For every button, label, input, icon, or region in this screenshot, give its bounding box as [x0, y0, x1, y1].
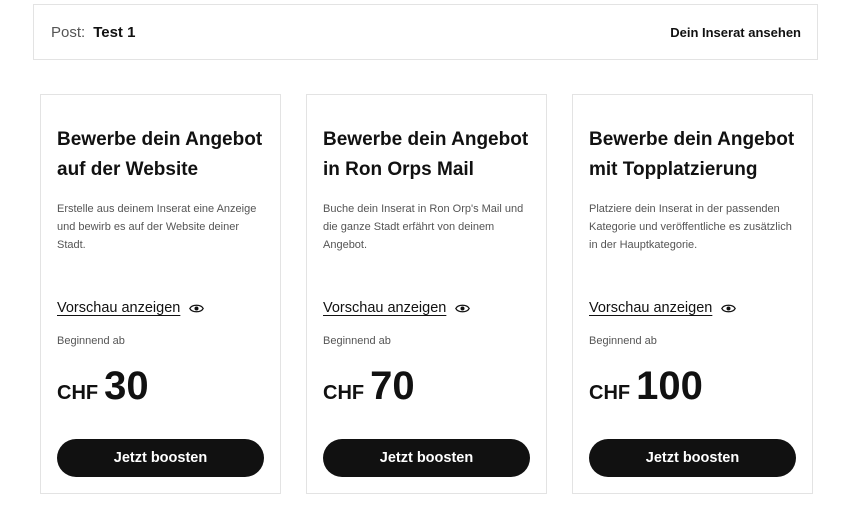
card-description: Buche dein Inserat in Ron Orp's Mail und… [323, 203, 524, 251]
price-amount: 30 [104, 364, 149, 408]
starting-at-label: Beginnend ab [589, 335, 657, 347]
card-title: Bewerbe dein Angebot mit Topplatzierung [589, 125, 804, 185]
boost-card-website: Bewerbe dein Angebot auf der Website Ers… [40, 94, 281, 494]
price-amount: 70 [370, 364, 415, 408]
boost-card-top-placement: Bewerbe dein Angebot mit Topplatzierung … [572, 94, 813, 494]
eye-icon [455, 304, 471, 312]
price-currency: CHF [323, 382, 365, 404]
preview-link[interactable]: Vorschau anzeigen [589, 300, 737, 316]
post-title: Test 1 [93, 23, 136, 41]
card-title-line1: Bewerbe dein Angebot [589, 129, 795, 150]
price-amount: 100 [636, 364, 703, 408]
card-title: Bewerbe dein Angebot in Ron Orps Mail [323, 125, 538, 185]
starting-at-label: Beginnend ab [57, 335, 125, 347]
card-description: Erstelle aus deinem Inserat eine Anzeige… [57, 203, 257, 251]
card-description: Platziere dein Inserat in der passenden … [589, 203, 792, 251]
view-listing-link[interactable]: Dein Inserat ansehen [670, 25, 801, 40]
card-title-line1: Bewerbe dein Angebot [323, 129, 529, 150]
post-info: Post: Test 1 [51, 24, 135, 41]
price: CHF 70 [323, 363, 415, 409]
post-header: Post: Test 1 Dein Inserat ansehen [33, 4, 818, 60]
post-label: Post: [51, 23, 86, 41]
boost-button[interactable]: Jetzt boosten [57, 439, 264, 477]
price-currency: CHF [589, 382, 631, 404]
preview-link-label[interactable]: Vorschau anzeigen [589, 300, 712, 316]
preview-link-label[interactable]: Vorschau anzeigen [57, 300, 180, 316]
card-title-line2: mit Topplatzierung [589, 159, 758, 180]
boost-card-mail: Bewerbe dein Angebot in Ron Orps Mail Bu… [306, 94, 547, 494]
card-title-line1: Bewerbe dein Angebot [57, 129, 263, 150]
preview-link[interactable]: Vorschau anzeigen [57, 300, 205, 316]
card-title-line2: auf der Website [57, 159, 199, 180]
boost-button[interactable]: Jetzt boosten [589, 439, 796, 477]
card-title: Bewerbe dein Angebot auf der Website [57, 125, 272, 185]
preview-link-label[interactable]: Vorschau anzeigen [323, 300, 446, 316]
card-title-line2: in Ron Orps Mail [323, 159, 474, 180]
price: CHF 100 [589, 363, 703, 409]
starting-at-label: Beginnend ab [323, 335, 391, 347]
price-currency: CHF [57, 382, 99, 404]
boost-button[interactable]: Jetzt boosten [323, 439, 530, 477]
price: CHF 30 [57, 363, 149, 409]
eye-icon [189, 304, 205, 312]
eye-icon [721, 304, 737, 312]
preview-link[interactable]: Vorschau anzeigen [323, 300, 471, 316]
